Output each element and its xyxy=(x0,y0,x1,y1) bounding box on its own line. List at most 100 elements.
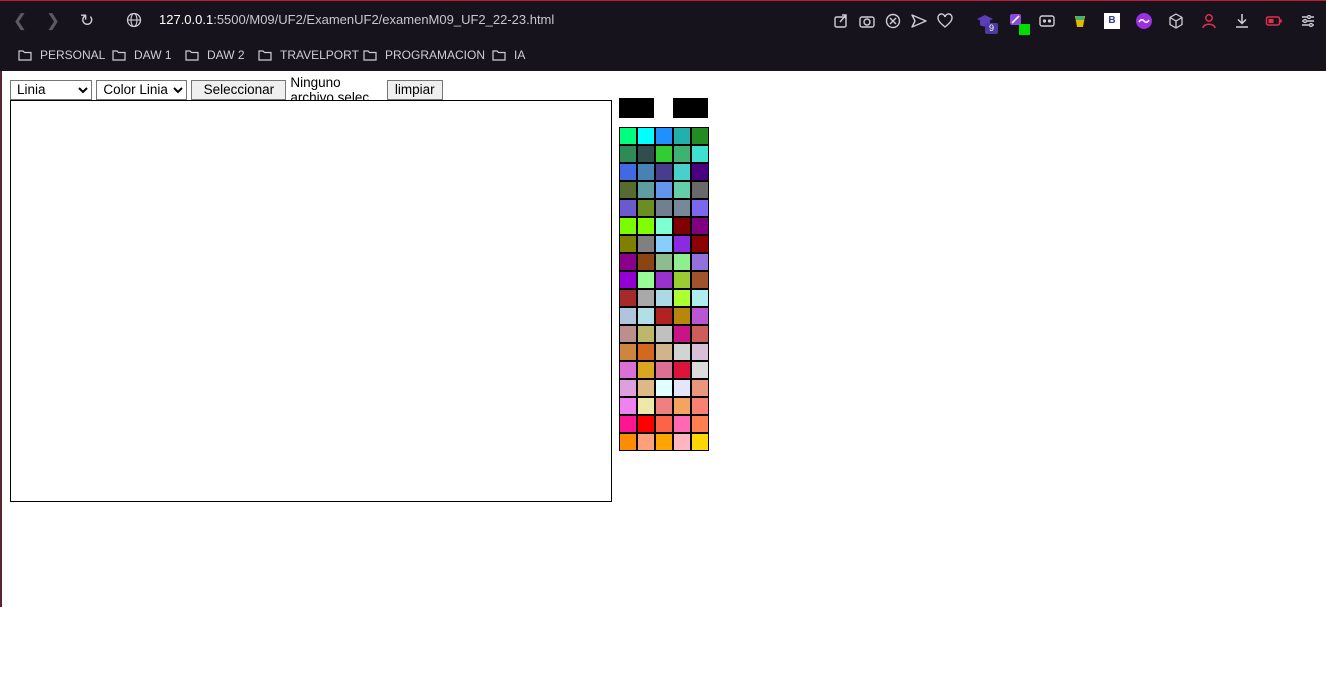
color-swatch[interactable] xyxy=(637,127,655,145)
color-swatch[interactable] xyxy=(691,253,709,271)
color-swatch[interactable] xyxy=(637,415,655,433)
ad-block-icon[interactable] xyxy=(884,12,902,30)
color-swatch[interactable] xyxy=(655,361,673,379)
color-swatch[interactable] xyxy=(619,217,637,235)
color-swatch[interactable] xyxy=(691,127,709,145)
bookmark-travelport[interactable]: TRAVELPORT xyxy=(258,45,359,65)
color-swatch[interactable] xyxy=(691,181,709,199)
color-swatch[interactable] xyxy=(619,127,637,145)
extension-wave-icon[interactable] xyxy=(1135,12,1153,30)
color-swatch[interactable] xyxy=(637,325,655,343)
color-swatch[interactable] xyxy=(637,271,655,289)
color-swatch[interactable] xyxy=(655,415,673,433)
color-swatch[interactable] xyxy=(637,343,655,361)
color-swatch[interactable] xyxy=(619,379,637,397)
color-swatch[interactable] xyxy=(691,307,709,325)
color-swatch[interactable] xyxy=(691,361,709,379)
color-swatch[interactable] xyxy=(619,289,637,307)
download-icon[interactable] xyxy=(1233,12,1251,30)
clear-button[interactable]: limpiar xyxy=(386,79,443,100)
color-swatch[interactable] xyxy=(655,307,673,325)
color-swatch[interactable] xyxy=(691,397,709,415)
color-swatch[interactable] xyxy=(673,127,691,145)
color-swatch[interactable] xyxy=(655,217,673,235)
color-swatch[interactable] xyxy=(691,343,709,361)
drawing-canvas[interactable] xyxy=(10,100,612,502)
color-swatch[interactable] xyxy=(619,235,637,253)
color-swatch[interactable] xyxy=(691,199,709,217)
color-swatch[interactable] xyxy=(619,145,637,163)
line-color-select[interactable]: Color Linia xyxy=(96,79,188,100)
color-swatch[interactable] xyxy=(637,217,655,235)
url-field[interactable]: 127.0.0.1:5500/M09/UF2/ExamenUF2/examenM… xyxy=(159,12,554,27)
color-swatch[interactable] xyxy=(637,307,655,325)
color-swatch[interactable] xyxy=(673,163,691,181)
color-swatch[interactable] xyxy=(673,433,691,451)
color-swatch[interactable] xyxy=(673,199,691,217)
color-swatch[interactable] xyxy=(691,235,709,253)
color-swatch[interactable] xyxy=(637,199,655,217)
color-swatch[interactable] xyxy=(619,361,637,379)
color-swatch[interactable] xyxy=(619,199,637,217)
color-swatch[interactable] xyxy=(655,271,673,289)
color-swatch[interactable] xyxy=(691,325,709,343)
camera-icon[interactable] xyxy=(858,12,876,30)
color-swatch[interactable] xyxy=(619,307,637,325)
menu-sliders-icon[interactable] xyxy=(1299,12,1317,30)
forward-icon[interactable]: ❯ xyxy=(42,10,64,32)
color-swatch[interactable] xyxy=(655,145,673,163)
heart-icon[interactable] xyxy=(936,12,954,30)
extension-b-icon[interactable]: B xyxy=(1104,13,1120,29)
color-swatch[interactable] xyxy=(691,379,709,397)
color-swatch[interactable] xyxy=(655,325,673,343)
line-type-select[interactable]: Linia xyxy=(10,79,93,100)
color-swatch[interactable] xyxy=(691,145,709,163)
color-swatch[interactable] xyxy=(637,163,655,181)
share-icon[interactable] xyxy=(832,12,850,30)
color-swatch[interactable] xyxy=(655,397,673,415)
color-swatch[interactable] xyxy=(673,253,691,271)
choose-file-button[interactable]: Seleccionar archivo xyxy=(191,79,287,115)
color-swatch[interactable] xyxy=(619,271,637,289)
bookmark-daw1[interactable]: DAW 1 xyxy=(112,45,172,65)
color-swatch[interactable] xyxy=(673,145,691,163)
color-swatch[interactable] xyxy=(691,433,709,451)
back-icon[interactable]: ❮ xyxy=(9,10,31,32)
color-swatch[interactable] xyxy=(673,397,691,415)
reload-icon[interactable]: ↻ xyxy=(76,10,98,32)
color-swatch[interactable] xyxy=(655,235,673,253)
color-swatch[interactable] xyxy=(637,253,655,271)
color-swatch[interactable] xyxy=(637,397,655,415)
send-icon[interactable] xyxy=(910,12,928,30)
extension-puzzle-icon[interactable] xyxy=(1038,12,1056,30)
color-swatch[interactable] xyxy=(619,397,637,415)
bookmark-daw2[interactable]: DAW 2 xyxy=(185,45,245,65)
color-swatch[interactable] xyxy=(619,163,637,181)
color-swatch[interactable] xyxy=(655,433,673,451)
extension-glass-icon[interactable] xyxy=(1071,12,1089,30)
color-swatch[interactable] xyxy=(673,289,691,307)
color-swatch[interactable] xyxy=(673,361,691,379)
color-swatch[interactable] xyxy=(673,415,691,433)
color-swatch[interactable] xyxy=(619,253,637,271)
profile-icon[interactable] xyxy=(1200,12,1218,30)
color-swatch[interactable] xyxy=(655,181,673,199)
color-swatch[interactable] xyxy=(655,343,673,361)
color-swatch[interactable] xyxy=(637,433,655,451)
color-swatch[interactable] xyxy=(673,307,691,325)
color-swatch[interactable] xyxy=(673,343,691,361)
bookmark-programacion[interactable]: PROGRAMACION xyxy=(363,45,485,65)
color-swatch[interactable] xyxy=(655,163,673,181)
color-swatch[interactable] xyxy=(673,379,691,397)
color-swatch[interactable] xyxy=(655,253,673,271)
color-swatch[interactable] xyxy=(655,289,673,307)
color-swatch[interactable] xyxy=(637,145,655,163)
color-swatch[interactable] xyxy=(691,217,709,235)
color-swatch[interactable] xyxy=(691,415,709,433)
color-swatch[interactable] xyxy=(655,379,673,397)
color-swatch[interactable] xyxy=(619,433,637,451)
color-swatch[interactable] xyxy=(619,415,637,433)
color-swatch[interactable] xyxy=(619,181,637,199)
color-swatch[interactable] xyxy=(637,181,655,199)
color-swatch[interactable] xyxy=(673,235,691,253)
